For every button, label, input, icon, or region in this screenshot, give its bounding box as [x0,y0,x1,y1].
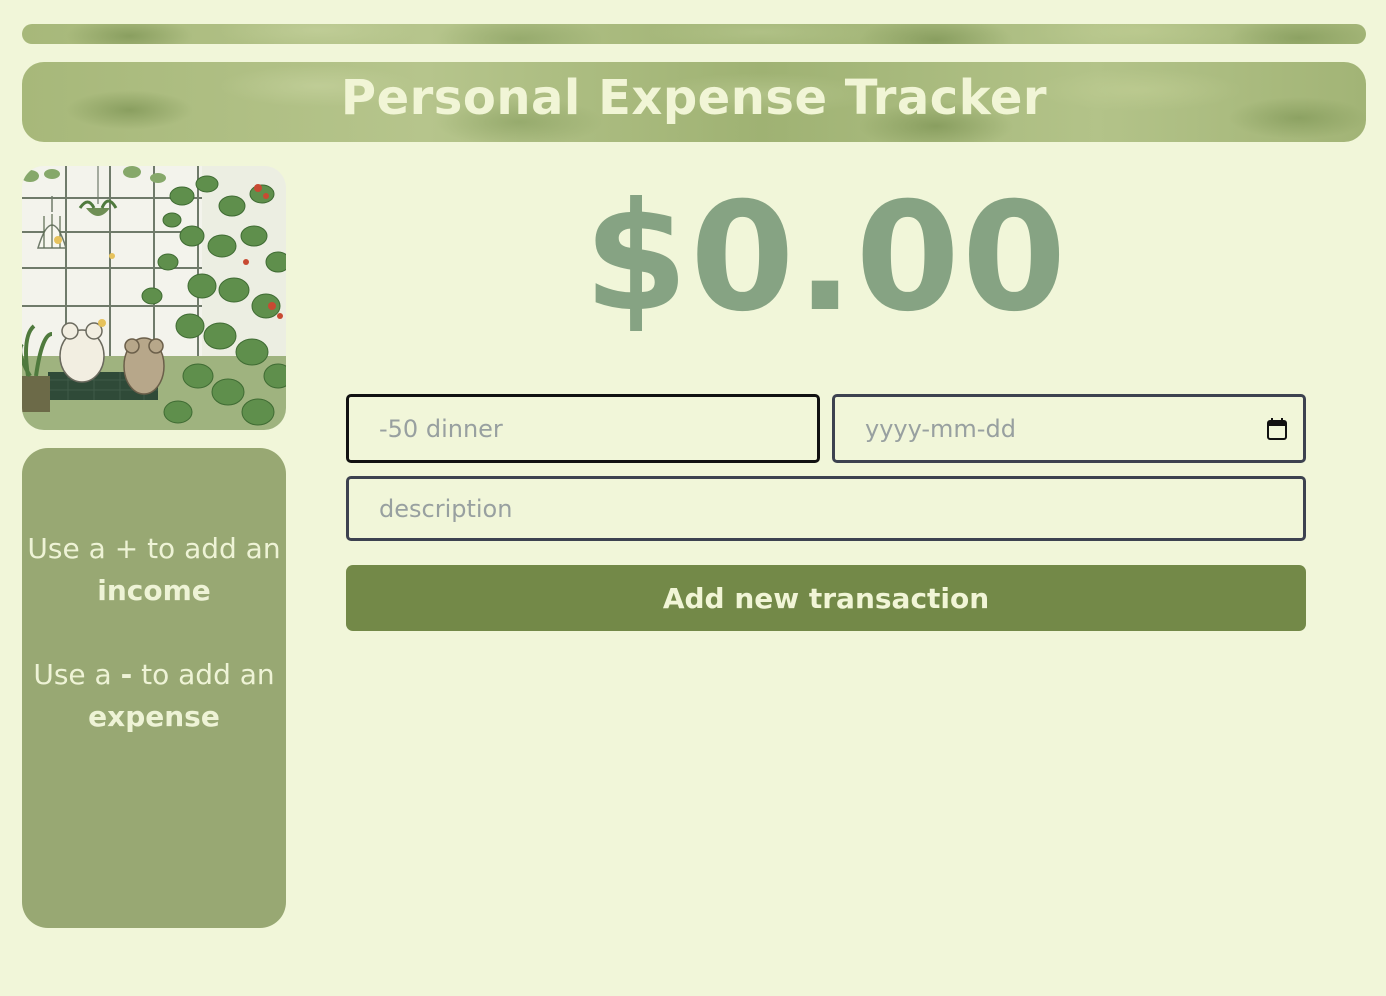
add-transaction-button[interactable]: Add new transaction [346,565,1306,631]
balance-total: $0.00 [583,171,1069,345]
income-keyword: income [97,574,211,607]
date-input[interactable]: yyyy-mm-dd [832,394,1306,463]
income-hint-prefix: Use a [27,532,106,565]
income-hint: Use a + to add an income [22,528,286,612]
header-banner: Personal Expense Tracker [22,62,1366,142]
usage-hint-panel: Use a + to add an income Use a - to add … [22,448,286,928]
minus-symbol: - [120,658,133,691]
amount-input[interactable] [346,394,820,463]
expense-hint-prefix: Use a [33,658,112,691]
calendar-icon[interactable] [1267,417,1287,440]
expense-hint: Use a - to add an expense [22,654,286,738]
page-title: Personal Expense Tracker [340,70,1048,126]
greenhouse-illustration [22,166,286,430]
top-decorative-strip [22,24,1366,44]
date-placeholder: yyyy-mm-dd [865,414,1016,443]
plus-symbol: + [114,532,139,565]
expense-keyword: expense [88,700,220,733]
income-hint-mid: to add an [147,532,281,565]
expense-hint-mid: to add an [141,658,275,691]
description-input[interactable] [346,476,1306,541]
